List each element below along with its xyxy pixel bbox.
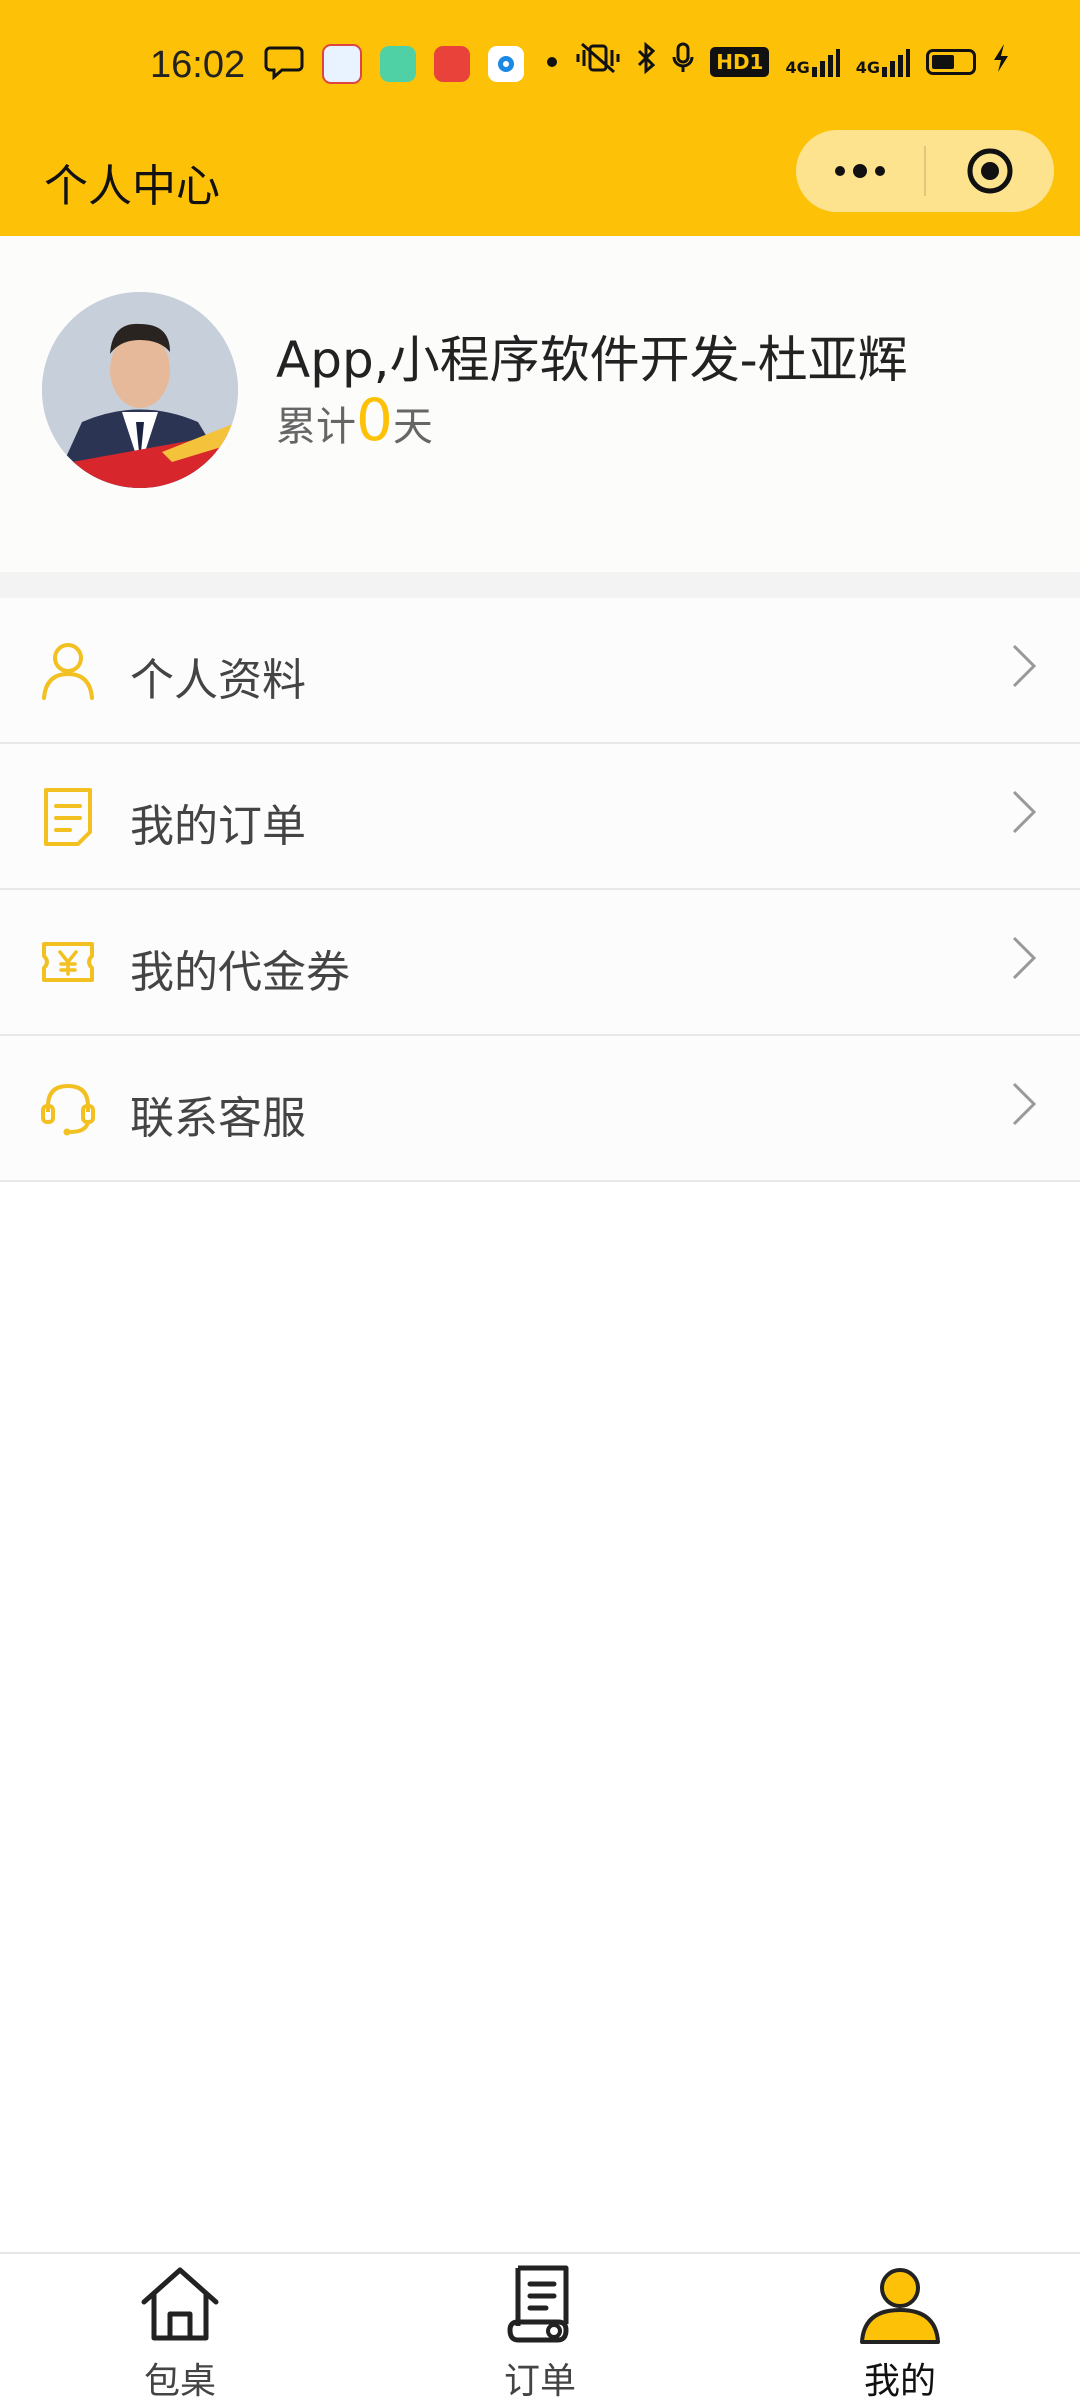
tab-booking[interactable]: 包桌 [80,2254,280,2402]
order-scroll-icon [507,2265,569,2343]
days-suffix: 天 [392,404,433,450]
chat-bubble-icon [264,44,304,84]
person-icon [42,643,94,700]
tab-label: 包桌 [143,2361,216,2402]
network-type-label: 4G [855,57,880,77]
network-type-label: 4G [785,57,810,77]
bluetooth-icon [636,41,656,81]
battery-icon [926,48,976,75]
status-bar: 16:02 HD1 4G 4G [0,0,1080,130]
user-icon [860,2268,940,2344]
menu-label: 联系客服 [130,1093,306,1144]
days-count: 累计0天 [276,386,433,454]
signal-icon: 4G [856,47,910,77]
signal-icon: 4G [785,47,840,77]
user-name: App,小程序软件开发-杜亚辉 [276,331,908,389]
chevron-right-icon [1012,790,1037,834]
tab-orders[interactable]: 订单 [440,2254,640,2402]
voucher-icon [42,942,94,982]
menu-label: 我的代金券 [130,947,350,998]
menu-item-customer-service[interactable]: 联系客服 [0,1036,1080,1182]
status-time: 16:02 [150,44,246,86]
app-notification-icon [322,44,362,84]
close-button[interactable] [926,130,1054,212]
days-value: 0 [356,386,393,454]
avatar[interactable] [42,292,238,488]
app-notification-icon [380,46,416,82]
bottom-tab-bar: 包桌 订单 我的 [0,2252,1080,2402]
avatar-image [42,292,238,488]
days-prefix: 累计 [276,404,356,450]
mic-icon [672,42,694,81]
order-list-icon [44,788,92,846]
menu-label: 个人资料 [130,655,306,706]
section-divider [0,572,1080,598]
chevron-right-icon [1012,936,1037,980]
tab-mine[interactable]: 我的 [800,2254,1000,2402]
menu-item-vouchers[interactable]: 我的代金券 [0,890,1080,1036]
system-status-icons: HD1 4G 4G [576,41,1010,81]
app-notification-icon [434,46,470,82]
nav-bar: 个人中心 [0,130,1080,236]
target-close-icon [967,148,1013,194]
more-button[interactable] [796,130,924,212]
charging-icon [992,42,1010,81]
profile-card: App,小程序软件开发-杜亚辉 累计0天 [0,236,1080,572]
hd-icon: HD1 [710,46,770,77]
app-notification-icon [488,46,524,82]
home-icon [141,2267,219,2341]
chevron-right-icon [1012,644,1037,688]
menu-label: 我的订单 [130,801,306,852]
menu-list: 个人资料 我的订单 我的代金券 联系客服 [0,598,1080,1182]
mini-program-capsule [796,130,1054,212]
tab-label: 我的 [863,2361,936,2402]
menu-item-orders[interactable]: 我的订单 [0,744,1080,890]
more-dots-icon [835,164,885,178]
notification-icons [264,44,562,84]
chevron-right-icon [1012,1082,1037,1126]
vibrate-icon [576,42,620,81]
page-title: 个人中心 [44,161,220,212]
dot-icon [542,52,562,76]
menu-item-profile[interactable]: 个人资料 [0,598,1080,744]
headset-icon [41,1083,95,1136]
tab-label: 订单 [503,2361,576,2402]
